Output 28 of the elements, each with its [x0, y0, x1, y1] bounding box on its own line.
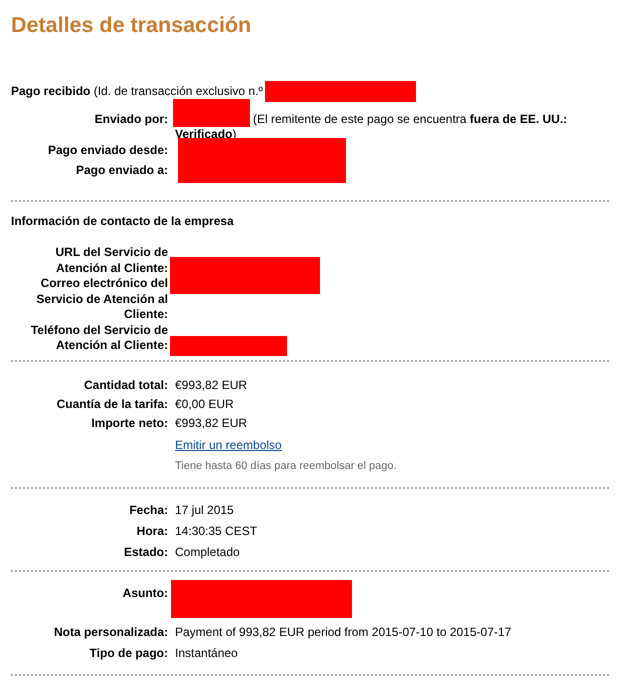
- field-label: Estado:: [124, 544, 168, 559]
- field-value: Instantáneo: [175, 646, 238, 660]
- page-title: Detalles de transacción: [11, 13, 252, 37]
- field-label: Cuantía de la tarifa:: [56, 396, 168, 411]
- field-value: 17 jul 2015: [175, 502, 234, 517]
- field-label: Enviado por:: [94, 112, 168, 126]
- field-label: Importe neto:: [91, 416, 168, 430]
- field-label: Pago enviado a:: [76, 163, 168, 178]
- field-label: Pago enviado desde:: [48, 143, 168, 158]
- field-value: €993,82 EUR: [175, 378, 248, 392]
- field-label: Nota personalizada:: [54, 624, 168, 639]
- field-value: 14:30:35 CEST: [175, 524, 258, 538]
- field-value: Completado: [175, 544, 240, 559]
- field-label: Teléfono del Servicio de Atención al Cliente:: [30, 322, 168, 354]
- field-label: URL del Servicio de Atención al Cliente:: [54, 245, 168, 276]
- field-label: Correo electrónico del Servicio de Atención al Cliente:: [35, 276, 168, 323]
- field-value: Payment of 993,82 EUR period from 2015-07-10 to 2015-07-17: [175, 624, 512, 639]
- field-value: €0,00 EUR: [175, 396, 234, 411]
- field-label: Fecha:: [129, 502, 168, 517]
- payment-received-text: Pago recibido (Id. de transacción exclusivo n.º: [11, 84, 263, 98]
- field-label: Cantidad total:: [84, 378, 168, 392]
- refund-link[interactable]: Emitir un reembolso: [175, 438, 282, 452]
- field-label: Hora:: [136, 524, 168, 538]
- field-label: Asunto:: [122, 586, 168, 600]
- section-heading: Información de contacto de la empresa: [11, 214, 234, 230]
- field-label: Tipo de pago:: [90, 646, 168, 660]
- refund-note: Tiene hasta 60 días para reembolsar el pago.: [175, 460, 397, 473]
- field-value: €993,82 EUR: [175, 416, 248, 430]
